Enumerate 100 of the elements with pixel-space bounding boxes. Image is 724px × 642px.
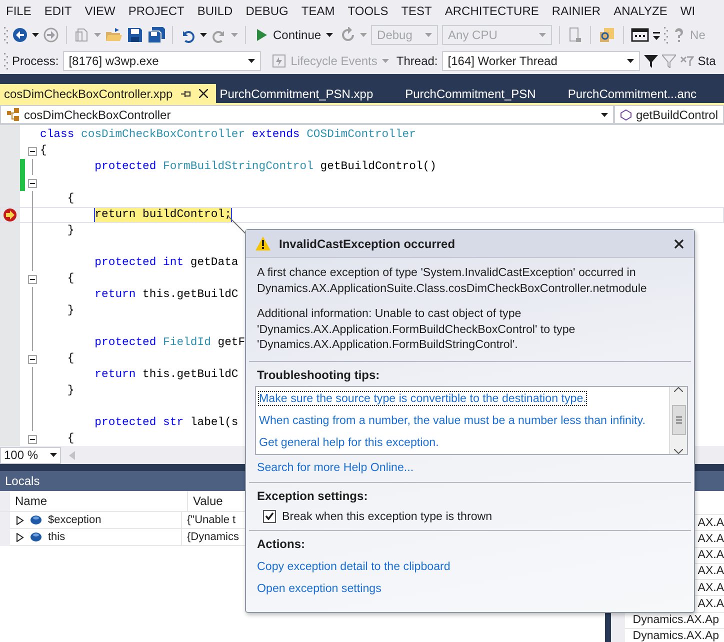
caret-icon [382,59,390,63]
collapse-icon[interactable] [28,146,36,156]
menu-item[interactable]: ANALYZE [608,4,674,18]
caret-icon [248,59,255,63]
save-icon[interactable] [127,27,143,43]
method-icon [620,108,632,120]
save-all-icon[interactable] [147,27,165,43]
code-line: class cosDimCheckBoxController extends COSDimController [40,128,416,143]
collapse-icon[interactable] [28,178,36,188]
caret-icon [425,33,432,37]
type-dropdown[interactable]: cosDimCheckBoxController [0,105,614,124]
caret-icon [32,33,39,37]
table-cell: Dynamics.AX.Ap [632,614,720,626]
file-tab[interactable]: cosDimCheckBoxController.xpp [0,84,216,103]
collapse-icon[interactable] [28,274,36,284]
help-link[interactable]: Search for more Help Online... [257,460,414,474]
code-line: return this.getBuildC [94,368,238,383]
caret-icon [600,112,608,116]
caret-icon [200,33,207,37]
class-icon [6,108,20,121]
checkbox-label: Break when this exception type is thrown [282,510,492,522]
continue-button[interactable]: Continue [253,26,336,44]
file-tab[interactable]: PurchCommitment_PSN.xpp [216,84,402,103]
menu-item[interactable]: RAINIER [546,4,608,18]
menu-item[interactable]: DEBUG [240,4,296,18]
code-line: protected int getData [94,256,238,271]
caret-icon [50,453,57,457]
menu-item[interactable]: PROJECT [122,4,192,18]
caret-icon [326,33,334,37]
menu-item[interactable]: TOOLS [342,4,396,18]
file-tab[interactable]: PurchCommitment...anc [564,84,724,103]
file-tab[interactable]: PurchCommitment_PSN [401,84,564,103]
table-cell: AX.A [698,582,724,594]
pin-icon[interactable] [180,90,191,98]
process-dropdown[interactable]: [8176] w3wp.exe [62,51,261,71]
scrollbar[interactable] [669,386,687,454]
process-label: Process: [12,54,59,68]
find-in-files-icon[interactable] [598,27,616,43]
zoom-dropdown[interactable]: 100 % [0,446,61,464]
code-line: } [66,304,74,319]
scroll-up-icon[interactable] [674,386,683,392]
variable-icon [30,532,42,542]
menu-item[interactable]: FILE [0,4,38,18]
tip-link[interactable]: Get general help for this exception. [259,436,439,449]
open-folder-icon[interactable] [105,27,123,43]
code-line: protected str label(s [94,416,238,431]
close-button[interactable] [672,238,686,248]
toolbar-gripper-icon[interactable] [4,52,8,70]
checkbox[interactable] [263,510,276,522]
menu-item[interactable]: WI [674,4,702,18]
collapse-icon[interactable] [28,354,36,364]
menu-item[interactable]: EDIT [38,4,79,18]
menu-item[interactable]: TEST [395,4,439,18]
close-icon [674,238,684,248]
menu-item[interactable]: ARCHITECTURE [438,4,546,18]
popup-title: InvalidCastException occurred [279,236,456,250]
thread-label: Thread: [396,54,438,68]
exception-details: Additional information: Unable to cast object of type 'Dynamics.AX.Application.FormBuildCheckBoxControl' to type 'Dynamics.AX.Application.FormBuildStringControl'. [257,306,576,352]
close-icon[interactable] [198,89,208,98]
variable-name: this [48,531,66,543]
collapse-icon[interactable] [28,434,36,444]
thread-dropdown[interactable]: [164] Worker Thread [442,51,640,71]
caret-icon [360,33,368,37]
overflow-icon[interactable] [653,30,660,40]
window-icon[interactable] [631,27,650,43]
toolbar-gripper-icon[interactable] [4,26,8,44]
section-heading: Troubleshooting tips: [257,368,381,382]
menu-item[interactable]: VIEW [78,4,122,18]
lifecycle-icon [272,54,286,68]
table-cell: AX.A [698,532,724,545]
member-dropdown[interactable]: getBuildControl [614,105,724,124]
filter-icon[interactable] [644,54,658,68]
section-heading: Exception settings: [257,488,369,502]
menu-item[interactable]: BUILD [191,4,240,18]
toolbar-label[interactable]: Sta [698,54,716,68]
column-header[interactable]: Name [10,491,188,511]
tip-link[interactable]: When casting from a number, the value must be a number less than infinity. [259,414,646,427]
code-line: { [66,272,74,287]
tip-link[interactable]: Make sure the source type is convertible to the destination type. [259,392,586,406]
code-line: { [66,192,74,207]
caret-icon [94,33,101,37]
code-line: { [66,352,74,367]
scroll-thumb-icon[interactable] [672,405,686,435]
menu-item[interactable]: TEAM [295,4,342,18]
back-icon[interactable] [12,27,28,43]
toolbar-gripper-icon[interactable] [664,26,668,44]
action-link[interactable]: Open exception settings [257,582,382,594]
action-link[interactable]: Copy exception detail to the clipboard [257,560,450,572]
table-cell: AX.A [698,598,724,610]
table-cell: Dynamics.AX.Ap [632,630,720,642]
variable-icon [30,515,42,525]
caret-icon [231,33,238,37]
code-line: { [40,144,47,159]
table-cell: AX.A [698,565,724,578]
variable-name: $exception [48,514,102,526]
scroll-down-icon[interactable] [674,448,683,454]
warning-icon [255,236,271,251]
code-line: { [66,432,74,446]
restart-icon[interactable] [340,27,356,43]
code-line: } [66,384,74,399]
